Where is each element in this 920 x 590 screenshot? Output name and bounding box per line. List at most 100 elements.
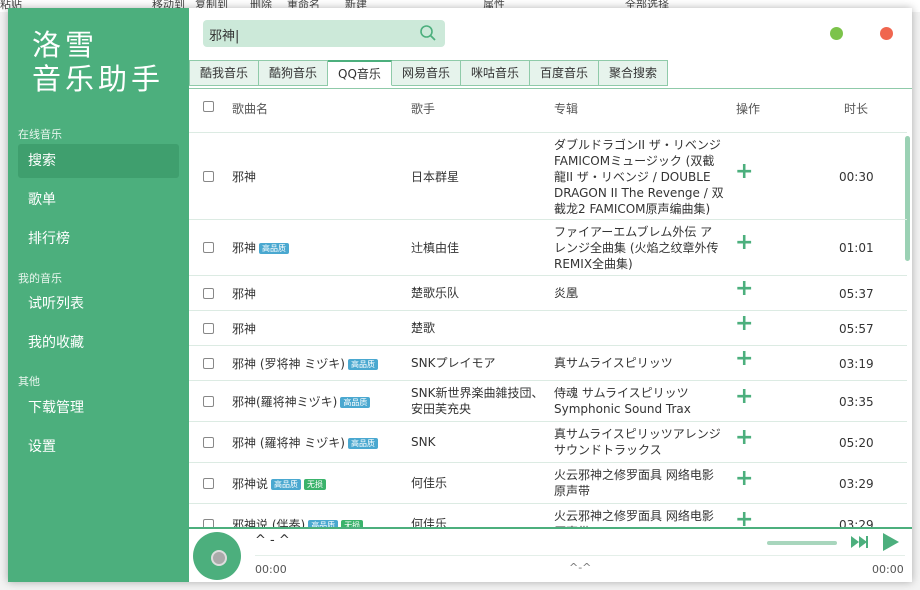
col-name: 歌曲名 — [232, 102, 269, 116]
row-checkbox[interactable] — [203, 322, 214, 334]
player-status: ^-^ — [569, 561, 592, 574]
song-name: 邪神 高品质 — [232, 240, 290, 256]
album: ダブルドラゴンII ザ・リベンジ FAMICOMミュージック (双截龍II ザ・… — [554, 137, 724, 216]
close-button[interactable] — [880, 27, 893, 40]
artist: 辻槙由佳 — [411, 240, 460, 255]
col-album: 专辑 — [554, 102, 579, 116]
add-icon[interactable]: + — [735, 347, 753, 369]
hq-badge: 高品质 — [340, 396, 371, 408]
player-bar: ^ - ^ 00:00 ^-^ 00:00 — [189, 527, 912, 582]
row-checkbox[interactable] — [203, 436, 214, 448]
tab-1[interactable]: 酷狗音乐 — [259, 60, 329, 86]
song-name: 邪神 — [232, 286, 256, 302]
row-checkbox[interactable] — [203, 357, 214, 369]
artist: 楚歌乐队 — [411, 286, 460, 300]
add-icon[interactable]: + — [735, 467, 753, 489]
sidebar-item-playlists[interactable]: 歌单 — [18, 183, 179, 217]
group-online: 在线音乐 — [18, 128, 62, 141]
album: 火云邪神之修罗面具 网络电影原声带 — [554, 468, 714, 498]
song-name-text: 邪神 — [232, 241, 257, 255]
progress-bar[interactable] — [255, 555, 905, 556]
song-name-text: 邪神 — [232, 286, 257, 301]
search-value: 邪神 — [209, 29, 236, 44]
album: 火云邪神之修罗面具 网络电影原声带 — [554, 509, 714, 528]
add-icon[interactable]: + — [735, 312, 753, 334]
table-row[interactable]: 邪神 (罗将神 ミヅキ) 高品质 SNKプレイモア 真サムライスピリッツ + 03… — [189, 346, 907, 381]
add-icon[interactable]: + — [735, 508, 753, 528]
table-row[interactable]: 邪神说 (伴奏)高品质无损 何佳乐 火云邪神之修罗面具 网络电影原声带 + 03… — [189, 504, 907, 528]
table-row[interactable]: 邪神 高品质 辻槙由佳 ファイアーエムブレム外伝 アレンジ全曲集 (火焰之纹章外传… — [189, 220, 907, 276]
search-input[interactable]: 邪神| — [203, 20, 445, 47]
sidebar-item-favorites[interactable]: 我的收藏 — [18, 326, 179, 360]
duration: 03:35 — [839, 394, 874, 409]
row-checkbox[interactable] — [203, 395, 214, 407]
artist: SNKプレイモア — [411, 356, 496, 370]
hq-badge: 高品质 — [271, 478, 302, 490]
lossless-badge: 无损 — [304, 478, 327, 490]
tab-2[interactable]: QQ音乐 — [328, 60, 392, 86]
duration: 00:30 — [839, 170, 874, 184]
table-row[interactable]: 邪神 楚歌 + 05:57 — [189, 311, 907, 346]
volume-slider[interactable] — [767, 541, 837, 545]
group-my: 我的音乐 — [18, 272, 62, 285]
song-name-text: 邪神说 — [232, 476, 269, 491]
table-row[interactable]: 邪神(羅将神ミヅキ) 高品质 SNK新世界楽曲雑技団、安田芙充央 侍魂 サムライス… — [189, 381, 907, 422]
select-all-checkbox[interactable] — [203, 101, 214, 112]
tab-3[interactable]: 网易音乐 — [391, 60, 461, 86]
add-icon[interactable]: + — [735, 161, 753, 183]
duration: 05:57 — [839, 321, 874, 336]
add-icon[interactable]: + — [735, 426, 753, 448]
add-icon[interactable]: + — [735, 232, 753, 254]
duration: 05:37 — [839, 286, 874, 301]
tab-6[interactable]: 聚合搜索 — [598, 60, 668, 86]
sidebar-item-listen-list[interactable]: 试听列表 — [18, 287, 179, 321]
sidebar: 洛雪 音乐助手 在线音乐 搜索 歌单 排行榜 我的音乐 试听列表 我的收藏 其他 … — [8, 8, 189, 582]
artist: 楚歌 — [411, 321, 436, 335]
play-icon[interactable] — [882, 532, 900, 552]
sidebar-item-search[interactable]: 搜索 — [18, 144, 179, 178]
results-table: 歌曲名 歌手 专辑 操作 时长 邪神 日本群星 ダブルドラゴンII ザ・リベンジ… — [189, 88, 912, 528]
hq-badge: 高品质 — [348, 437, 378, 449]
album-disc-icon — [193, 532, 241, 580]
row-checkbox[interactable] — [203, 171, 214, 182]
table-row[interactable]: 邪神说 高品质 无损 何佳乐 火云邪神之修罗面具 网络电影原声带 + 03:29 — [189, 463, 907, 504]
row-checkbox[interactable] — [203, 242, 214, 253]
artist: SNK — [411, 435, 436, 449]
album: ファイアーエムブレム外伝 アレンジ全曲集 (火焰之纹章外传REMIX全曲集) — [554, 224, 719, 271]
song-name: 邪神 — [232, 321, 256, 337]
minimize-button[interactable] — [830, 27, 843, 40]
tab-0[interactable]: 酷我音乐 — [189, 60, 260, 86]
tab-5[interactable]: 百度音乐 — [529, 60, 599, 86]
col-duration: 时长 — [844, 102, 869, 116]
logo-line: 音乐助手 — [32, 62, 165, 96]
song-name-text: 邪神 (罗将神 ミヅキ) — [232, 356, 345, 371]
song-name-text: 邪神 (羅将神 ミヅキ) — [232, 435, 345, 450]
table-row[interactable]: 邪神 楚歌乐队 炎凰 + 05:37 — [189, 276, 907, 311]
table-row[interactable]: 邪神 日本群星 ダブルドラゴンII ザ・リベンジ FAMICOMミュージック (… — [189, 134, 907, 220]
search-icon[interactable] — [419, 24, 437, 42]
row-checkbox[interactable] — [203, 477, 214, 489]
col-action: 操作 — [736, 102, 761, 116]
current-time: 00:00 — [255, 563, 287, 576]
sidebar-item-settings[interactable]: 设置 — [18, 430, 179, 464]
hq-badge: 高品质 — [348, 358, 378, 370]
duration: 01:01 — [839, 241, 874, 255]
song-name: 邪神(羅将神ミヅキ) 高品质 — [232, 394, 371, 410]
add-icon[interactable]: + — [735, 277, 753, 299]
artist: 何佳乐 — [411, 476, 448, 490]
group-other: 其他 — [18, 375, 40, 388]
song-name: 邪神 (羅将神 ミヅキ) 高品质 — [232, 435, 378, 451]
sidebar-item-charts[interactable]: 排行榜 — [18, 222, 179, 256]
artist: 日本群星 — [411, 169, 460, 184]
logo-line: 洛雪 — [32, 28, 99, 62]
next-icon[interactable] — [851, 535, 869, 549]
album: 真サムライスピリッツアレンジサウンドトラックス — [554, 427, 721, 457]
add-icon[interactable]: + — [735, 385, 753, 407]
sidebar-item-downloads[interactable]: 下载管理 — [18, 391, 179, 425]
artist: SNK新世界楽曲雑技団、安田芙充央 — [411, 386, 544, 416]
table-row[interactable]: 邪神 (羅将神 ミヅキ) 高品质 SNK 真サムライスピリッツアレンジサウンドトラ… — [189, 422, 907, 463]
tab-4[interactable]: 咪咕音乐 — [460, 60, 530, 86]
song-name: 邪神说 高品质 无损 — [232, 476, 327, 492]
song-name-text: 邪神 — [232, 170, 257, 184]
row-checkbox[interactable] — [203, 287, 214, 299]
